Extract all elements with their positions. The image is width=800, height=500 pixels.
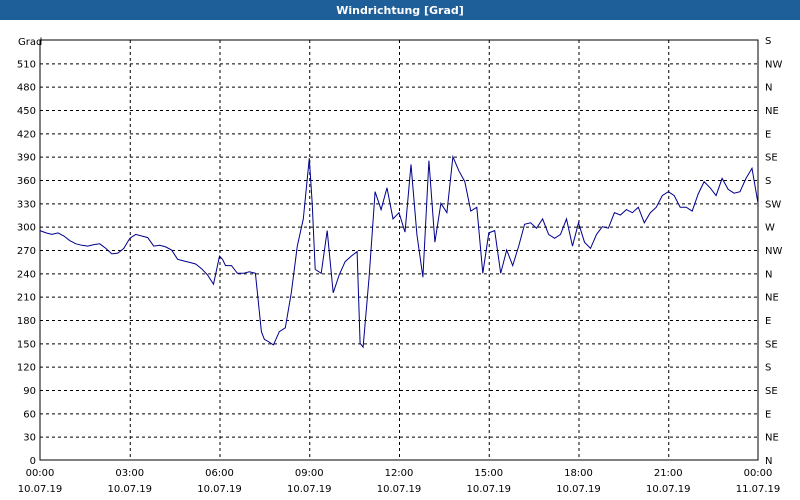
x-tick-time: 00:00 [744, 468, 773, 479]
secondary-tick-label: E [765, 316, 771, 327]
x-tick-time: 09:00 [295, 468, 324, 479]
wind-direction-chart: 0 30 60 90 120 150 180 210 240 270 300 330 360 390 420… [17, 36, 783, 495]
secondary-tick-label: SE [765, 339, 778, 350]
x-tick-time: 06:00 [205, 468, 234, 479]
secondary-tick-label: NW [765, 246, 782, 257]
y-tick-label: 180 [17, 316, 36, 327]
y-tick-label: 150 [17, 339, 36, 350]
y-tick-label: 360 [17, 176, 36, 187]
x-tick-time: 03:00 [115, 468, 144, 479]
secondary-tick-label: SW [765, 199, 781, 210]
x-tick-time: 18:00 [564, 468, 593, 479]
y-axis-label: Grad [18, 37, 42, 48]
y-tick-label: 210 [17, 293, 36, 304]
secondary-tick-label: NE [765, 106, 779, 117]
x-tick-time: 00:00 [26, 468, 55, 479]
y-tick-label: 270 [17, 246, 36, 257]
secondary-tick-label: S [765, 36, 771, 47]
secondary-tick-label: SE [765, 386, 778, 397]
secondary-tick-label: S [765, 363, 771, 374]
chart-title: Windrichtung [Grad] [336, 3, 464, 17]
secondary-tick-label: N [765, 83, 772, 94]
y-tick-label: 420 [17, 129, 36, 140]
y-axis-ticks: 0 30 60 90 120 150 180 210 240 270 300 330 360 390 420… [17, 59, 36, 467]
secondary-tick-label: SE [765, 153, 778, 164]
secondary-tick-label: E [765, 409, 771, 420]
x-tick-time: 12:00 [385, 468, 414, 479]
x-axis-ticks: 00:00 10.07.19 03:00 10.07.19 06:00 10.07.19 0… [18, 468, 781, 495]
y-tick-label: 480 [17, 83, 36, 94]
y-tick-label: 510 [17, 59, 36, 70]
grid [40, 40, 758, 460]
chart-title-bar: Windrichtung [Grad] [0, 0, 800, 20]
y-tick-label: 30 [23, 433, 36, 444]
secondary-tick-label: E [765, 129, 771, 140]
y-tick-label: 450 [17, 106, 36, 117]
y-tick-label: 90 [23, 386, 36, 397]
x-tick-date: 11.07.19 [736, 484, 781, 495]
secondary-tick-label: S [765, 176, 771, 187]
x-tick-date: 10.07.19 [377, 484, 422, 495]
secondary-tick-label: N [765, 269, 772, 280]
y-tick-label: 300 [17, 223, 36, 234]
x-tick-date: 10.07.19 [287, 484, 332, 495]
x-tick-date: 10.07.19 [556, 484, 601, 495]
y-tick-label: 330 [17, 199, 36, 210]
y-tick-label: 120 [17, 363, 36, 374]
x-tick-time: 21:00 [654, 468, 683, 479]
y-tick-label: 0 [30, 456, 36, 467]
x-tick-time: 15:00 [474, 468, 503, 479]
y-tick-label: 240 [17, 269, 36, 280]
secondary-tick-label: NE [765, 433, 779, 444]
x-tick-date: 10.07.19 [18, 484, 63, 495]
secondary-tick-label: NW [765, 59, 782, 70]
secondary-tick-label: NE [765, 293, 779, 304]
secondary-axis-ticks: N NE E SE S SE E NE N NW W SW S SE E NE N NW S [765, 36, 782, 467]
x-tick-date: 10.07.19 [646, 484, 691, 495]
secondary-tick-label: N [765, 456, 772, 467]
secondary-tick-label: W [765, 223, 775, 234]
y-tick-label: 390 [17, 153, 36, 164]
y-tick-label: 60 [23, 409, 36, 420]
x-tick-date: 10.07.19 [466, 484, 511, 495]
x-tick-date: 10.07.19 [107, 484, 152, 495]
x-tick-date: 10.07.19 [197, 484, 242, 495]
